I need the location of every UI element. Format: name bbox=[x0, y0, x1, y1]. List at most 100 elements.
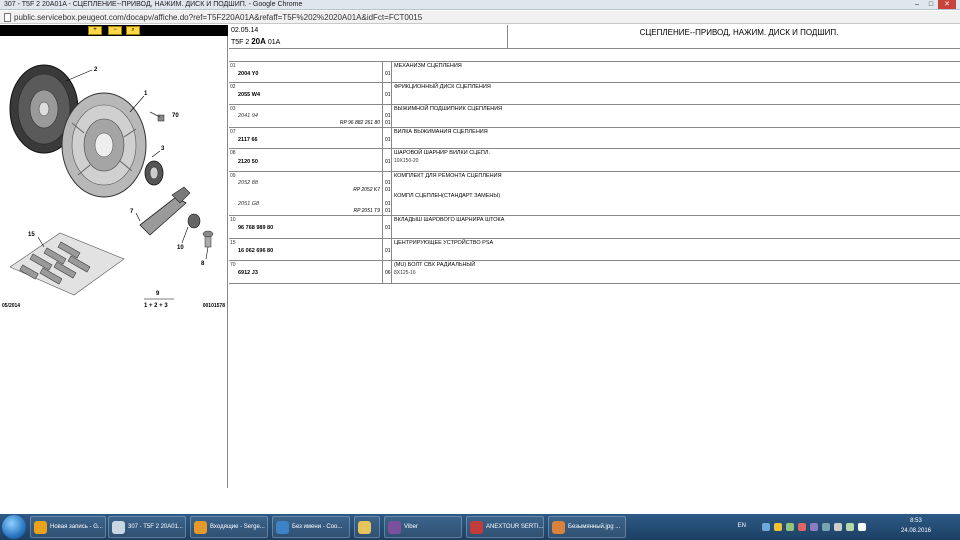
signal-icon[interactable] bbox=[834, 523, 842, 531]
url-text[interactable]: public.servicebox.peugeot.com/docapv/aff… bbox=[14, 13, 422, 22]
part-reference[interactable]: 96 768 989 80 bbox=[238, 225, 273, 231]
callout-8: 8 bbox=[201, 261, 205, 267]
part-reference[interactable]: 16 062 696 80 bbox=[238, 248, 273, 254]
quantity: 01 bbox=[385, 159, 391, 165]
close-button[interactable]: ✕ bbox=[938, 0, 956, 9]
part-description: ВИЛКА ВЫЖИМАНИЯ СЦЕПЛЕНИЯ bbox=[394, 129, 488, 135]
battery-icon[interactable] bbox=[846, 523, 854, 531]
model-code-prefix: T5F 2 bbox=[231, 39, 252, 46]
desc-cell: ШАРОВОЙ ШАРНИР ВИЛКИ СЦЕПЛ. 10X150-20 bbox=[393, 149, 960, 171]
table-row[interactable]: 01 2004 Y0 01 МЕХАНИЗМ СЦЕПЛЕНИЯ bbox=[229, 62, 960, 83]
taskbar-item-label: Новая запись - G... bbox=[50, 524, 103, 530]
qty-cell: 01 bbox=[384, 128, 392, 148]
antivirus-icon[interactable] bbox=[786, 523, 794, 531]
part-reference[interactable]: 2120 50 bbox=[238, 159, 258, 165]
callout-9-formula: 1 + 2 + 3 bbox=[144, 303, 168, 309]
viber-icon bbox=[388, 521, 401, 534]
part-description: ВКЛАДЫШ ШАРОВОГО ШАРНИРА ШТОКА bbox=[394, 217, 505, 223]
qty-cell: 01 01 01 01 bbox=[384, 172, 392, 215]
callout-1: 1 bbox=[144, 91, 148, 97]
part-reference-alt[interactable]: 2051 G8 bbox=[238, 201, 259, 207]
quantity: 01 bbox=[385, 225, 391, 231]
desc-cell: (MU) БОЛТ СВХ РАДИАЛЬНЫЙ 8X125-16 bbox=[393, 261, 960, 283]
window-controls: – □ ✕ bbox=[910, 0, 956, 9]
parts-table: 01 2004 Y0 01 МЕХАНИЗМ СЦЕПЛЕНИЯ 02 2055… bbox=[229, 61, 960, 284]
part-description: МЕХАНИЗМ СЦЕПЛЕНИЯ bbox=[394, 63, 462, 69]
zoom-out-button[interactable]: − bbox=[108, 26, 122, 35]
quantity-alt-replacement: 01 bbox=[385, 208, 391, 214]
table-row[interactable]: 07 2117 66 01 ВИЛКА ВЫЖИМАНИЯ СЦЕПЛЕНИЯ bbox=[229, 128, 960, 149]
clock-time[interactable]: 8:53 bbox=[896, 518, 936, 524]
taskbar-item-anextour[interactable]: ANEXTOUR SERTI... bbox=[466, 516, 544, 538]
qty-cell: 01 bbox=[384, 149, 392, 171]
taskbar-item-inbox[interactable]: Входящие - Serge... bbox=[190, 516, 268, 538]
table-row[interactable]: 03 2041 94 RP 96 882 261 80 01 01 ВЫЖИМН… bbox=[229, 105, 960, 128]
qty-cell: 01 bbox=[384, 216, 392, 238]
release-bearing-illustration bbox=[144, 160, 164, 186]
release-fork-illustration bbox=[139, 186, 191, 236]
ref-cell: 10 96 768 989 80 bbox=[229, 216, 383, 238]
part-reference[interactable]: 2117 66 bbox=[238, 137, 258, 143]
table-row[interactable]: 15 16 062 696 80 01 ЦЕНТРИРУЮЩЕЕ УСТРОЙС… bbox=[229, 239, 960, 261]
position-number: 01 bbox=[230, 63, 236, 69]
taskbar-item-viber[interactable]: Viber bbox=[384, 516, 462, 538]
paint-icon bbox=[276, 521, 289, 534]
zoom-search-button[interactable]: ⌕ bbox=[126, 26, 140, 35]
minimize-button[interactable]: – bbox=[910, 0, 924, 9]
part-description: ВЫЖИМНОЙ ПОДШИПНИК СЦЕПЛЕНИЯ bbox=[394, 106, 503, 112]
language-indicator[interactable]: EN bbox=[738, 523, 746, 529]
part-reference[interactable]: 2052 88 bbox=[238, 180, 258, 186]
skype-icon[interactable] bbox=[798, 523, 806, 531]
pressure-plate-illustration bbox=[61, 92, 147, 198]
ref-cell: 15 16 062 696 80 bbox=[229, 239, 383, 260]
part-description: (MU) БОЛТ СВХ РАДИАЛЬНЫЙ bbox=[394, 262, 476, 268]
part-reference[interactable]: 6912 J3 bbox=[238, 270, 258, 276]
network-icon[interactable] bbox=[762, 523, 770, 531]
replacement-reference-alt[interactable]: RP 2051 T9 bbox=[354, 208, 381, 214]
part-reference[interactable]: 2004 Y0 bbox=[238, 71, 258, 77]
clock-date[interactable]: 24.08.2016 bbox=[896, 528, 936, 534]
clutch-exploded-diagram: 2 1 70 3 7 10 8 15 9 1 + 2 + 3 bbox=[9, 64, 214, 309]
replacement-reference[interactable]: RP 2052 K7 bbox=[353, 187, 380, 193]
quantity: 01 bbox=[385, 137, 391, 143]
viber-tray-icon[interactable] bbox=[810, 523, 818, 531]
qty-cell: 01 bbox=[384, 62, 392, 82]
section-title: СЦЕПЛЕНИЕ--ПРИВОД, НАЖИМ. ДИСК И ПОДШИП. bbox=[639, 28, 839, 37]
page-icon bbox=[4, 13, 11, 22]
table-row[interactable]: 02 2055 W4 01 ФРИКЦИОННЫЙ ДИСК СЦЕПЛЕНИЯ bbox=[229, 83, 960, 105]
replacement-reference[interactable]: RP 96 882 261 80 bbox=[340, 120, 380, 126]
table-row[interactable]: 09 2052 88 RP 2052 K7 2051 G8 RP 2051 T9… bbox=[229, 172, 960, 216]
part-description: ФРИКЦИОННЫЙ ДИСК СЦЕПЛЕНИЯ bbox=[394, 84, 491, 90]
desc-cell: ЦЕНТРИРУЮЩЕЕ УСТРОЙСТВО PSA bbox=[393, 239, 960, 260]
qty-cell: 01 bbox=[384, 83, 392, 104]
maximize-button[interactable]: □ bbox=[924, 0, 938, 9]
ref-cell: 70 6912 J3 bbox=[229, 261, 383, 283]
bolt-illustration bbox=[149, 111, 165, 122]
position-number: 03 bbox=[230, 106, 236, 112]
volume-icon[interactable] bbox=[858, 523, 866, 531]
part-reference[interactable]: 2041 94 bbox=[238, 113, 258, 119]
quantity: 01 bbox=[385, 248, 391, 254]
address-bar[interactable]: public.servicebox.peugeot.com/docapv/aff… bbox=[0, 11, 960, 24]
taskbar-item-chrome-blog[interactable]: Новая запись - G... bbox=[30, 516, 106, 538]
start-button[interactable] bbox=[2, 515, 26, 539]
table-row[interactable]: 70 6912 J3 06 (MU) БОЛТ СВХ РАДИАЛЬНЫЙ 8… bbox=[229, 261, 960, 284]
ref-cell: 03 2041 94 RP 96 882 261 80 bbox=[229, 105, 383, 127]
part-reference[interactable]: 2055 W4 bbox=[238, 92, 260, 98]
taskbar-item-image[interactable]: Безымянный.jpg ... bbox=[548, 516, 626, 538]
callout-15: 15 bbox=[28, 232, 35, 238]
diagram-footer-date: 05/2014 bbox=[2, 303, 21, 309]
ref-cell: 09 2052 88 RP 2052 K7 2051 G8 RP 2051 T9 bbox=[229, 172, 383, 215]
quantity-alt: 01 bbox=[385, 201, 391, 207]
header-divider bbox=[507, 25, 508, 49]
callout-2: 2 bbox=[94, 67, 98, 73]
zoom-in-button[interactable]: + bbox=[88, 26, 102, 35]
taskbar-item-explorer[interactable] bbox=[354, 516, 380, 538]
table-row[interactable]: 10 96 768 989 80 01 ВКЛАДЫШ ШАРОВОГО ШАР… bbox=[229, 216, 960, 239]
table-row[interactable]: 08 2120 50 01 ШАРОВОЙ ШАРНИР ВИЛКИ СЦЕПЛ… bbox=[229, 149, 960, 172]
taskbar-item-servicebox[interactable]: 307 - T5F 2 20A01... bbox=[108, 516, 186, 538]
notification-icon[interactable] bbox=[774, 523, 782, 531]
taskbar-item-untitled[interactable]: Без имени - Coo... bbox=[272, 516, 350, 538]
bluetooth-icon[interactable] bbox=[822, 523, 830, 531]
taskbar-item-label: Viber bbox=[404, 524, 418, 530]
